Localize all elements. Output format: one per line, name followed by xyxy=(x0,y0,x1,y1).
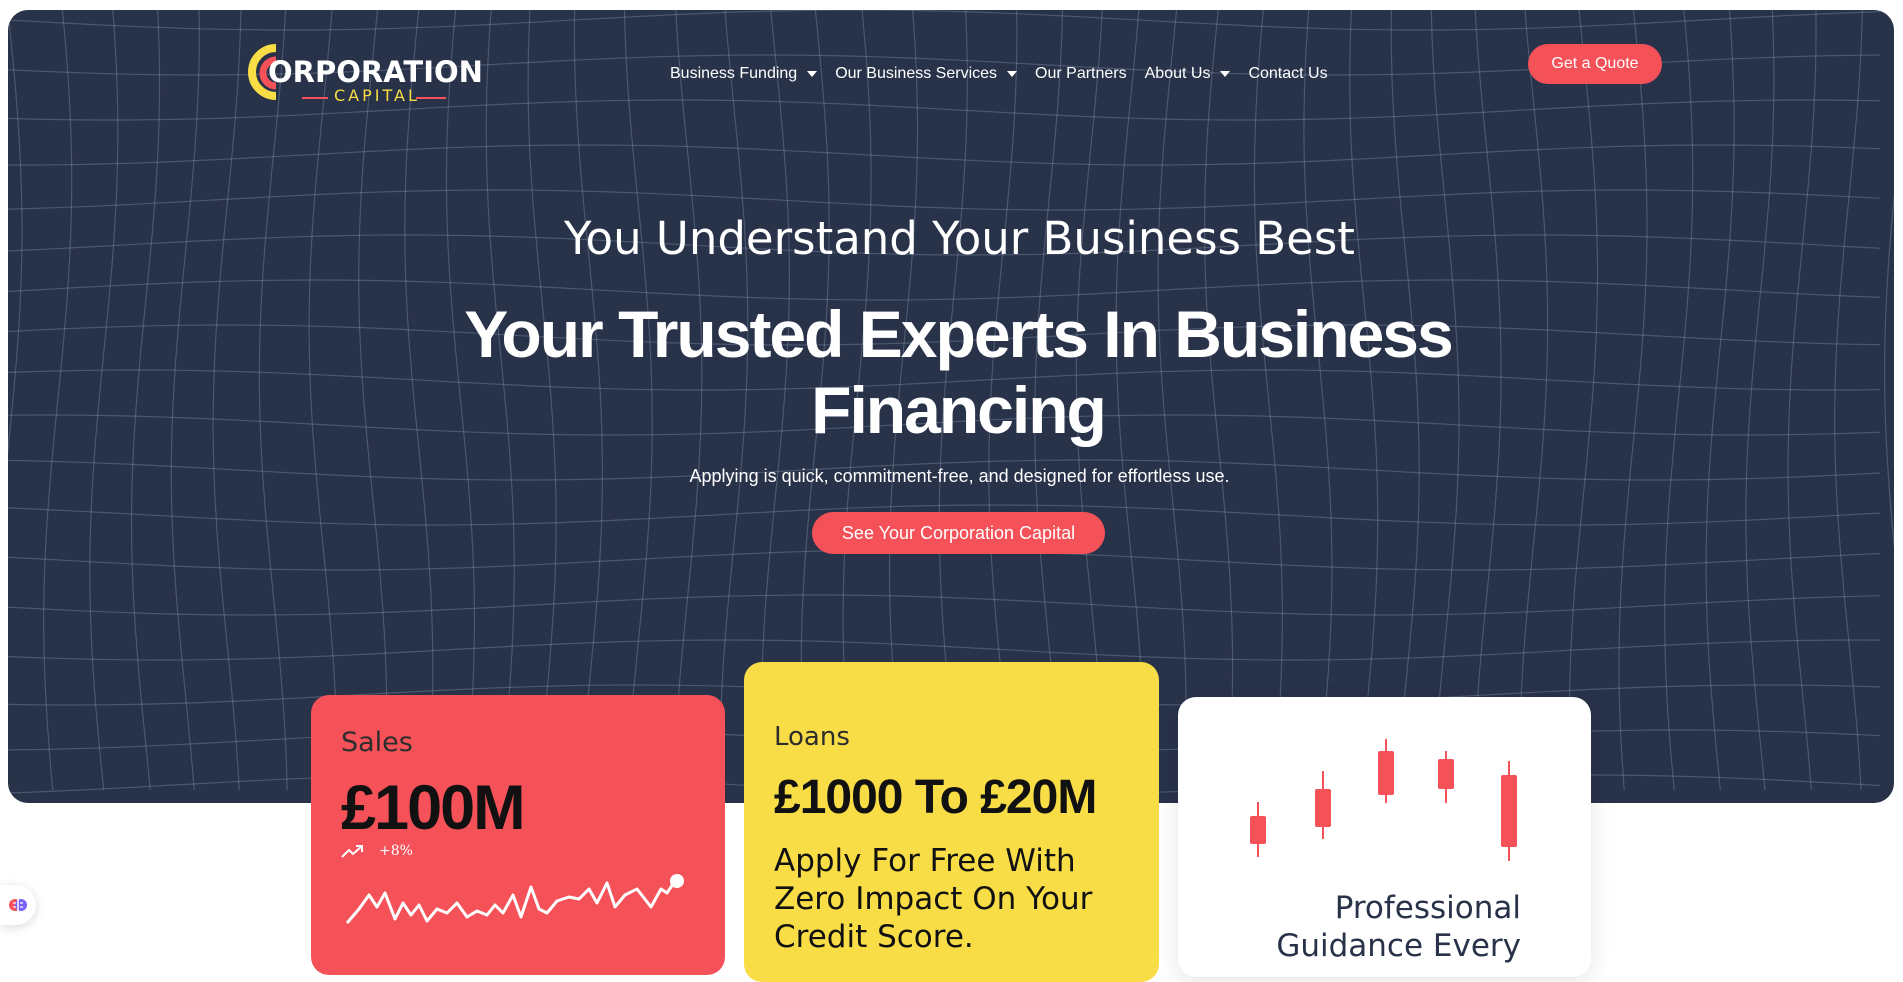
loans-value: £1000 To £20M xyxy=(774,771,1097,824)
brand-logo[interactable]: ORPORATION CAPITAL xyxy=(246,38,483,108)
candlestick-chart-icon xyxy=(1250,739,1517,861)
nav-about-us[interactable]: About Us xyxy=(1145,65,1231,83)
see-corporation-capital-button[interactable]: See Your Corporation Capital xyxy=(812,512,1105,554)
loans-label: Loans xyxy=(774,722,850,752)
nav-label: About Us xyxy=(1144,65,1211,82)
chevron-down-icon xyxy=(1220,71,1231,77)
logo-rule-right xyxy=(416,97,446,99)
loans-card: Loans £1000 To £20M Apply For Free With … xyxy=(744,662,1159,982)
sales-value: £100M xyxy=(341,773,526,843)
sales-trend: +8% xyxy=(341,843,413,859)
chevron-down-icon xyxy=(1007,71,1018,77)
guidance-card: Professional Guidance Every xyxy=(1178,697,1591,977)
brain-icon xyxy=(9,899,27,911)
hero-title: Your Trusted Experts In Business Financi… xyxy=(464,297,1453,447)
logo-wordmark: ORPORATION xyxy=(268,55,483,89)
nav-label: Our Business Services xyxy=(835,65,998,82)
sales-label: Sales xyxy=(341,727,413,758)
logo-rule-left xyxy=(302,97,328,99)
hero-subtitle: You Understand Your Business Best xyxy=(564,212,1355,265)
get-a-quote-button[interactable]: Get a Quote xyxy=(1528,44,1662,84)
nav-contact-us[interactable]: Contact Us xyxy=(1248,65,1327,83)
logo-subtitle: CAPITAL xyxy=(334,86,420,105)
nav-business-services[interactable]: Our Business Services xyxy=(835,65,1018,83)
main-nav: Business Funding Our Business Services O… xyxy=(670,65,1346,83)
guidance-title: Professional Guidance Every xyxy=(1276,890,1521,964)
chevron-down-icon xyxy=(807,71,818,77)
nav-label: Contact Us xyxy=(1248,65,1328,82)
trending-up-icon xyxy=(341,845,363,858)
sales-card: Sales £100M +8% xyxy=(311,695,725,975)
loans-description: Apply For Free With Zero Impact On Your … xyxy=(774,843,1093,955)
nav-partners[interactable]: Our Partners xyxy=(1035,65,1127,83)
chat-widget-button[interactable] xyxy=(0,885,36,925)
sales-sparkline xyxy=(345,874,684,924)
nav-business-funding[interactable]: Business Funding xyxy=(670,65,818,83)
hero-description: Applying is quick, commitment-free, and … xyxy=(689,466,1230,486)
sales-trend-percent: +8% xyxy=(379,843,413,859)
nav-label: Our Partners xyxy=(1035,65,1127,82)
nav-label: Business Funding xyxy=(670,65,798,82)
